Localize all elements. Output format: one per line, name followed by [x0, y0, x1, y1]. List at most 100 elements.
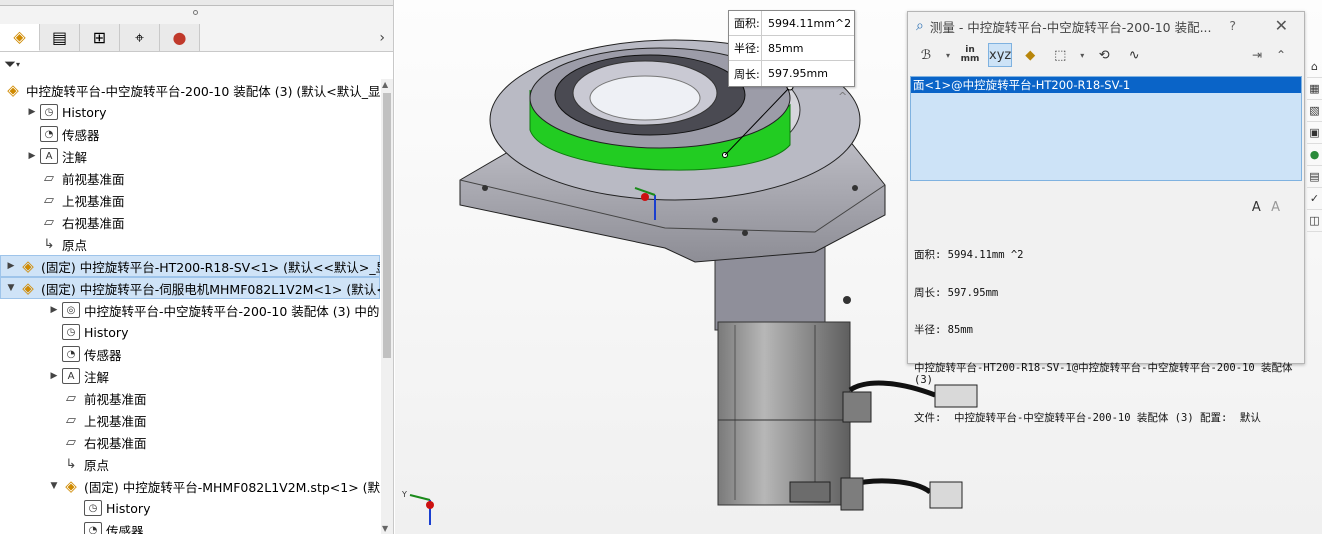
expand-toggle-icon[interactable]: ▶	[26, 107, 38, 117]
expand-toggle-icon[interactable]: ▼	[48, 481, 60, 491]
tab-feature-manager[interactable]: ◈	[0, 24, 40, 51]
tree-item-label: 中控旋转平台-中空旋转平台-200-10 装配体 (3) 中的配合	[84, 303, 380, 319]
view-palette-icon[interactable]: ▤	[1307, 166, 1322, 188]
custom-properties-icon[interactable]: ✓	[1307, 188, 1322, 210]
panel-tabs: ◈ ▤ ⊞ ⌖ ● ›	[0, 24, 393, 52]
file-explorer-icon[interactable]: ▣	[1307, 122, 1322, 144]
scroll-up-icon[interactable]: ▲	[382, 80, 388, 89]
tree-item[interactable]: ▶ A 注解	[0, 365, 380, 387]
tree-item[interactable]: ◷ History	[0, 497, 380, 519]
tree-item[interactable]: ▱ 上视基准面	[0, 409, 380, 431]
tree-item[interactable]: ▶ A 注解	[0, 145, 380, 167]
tree-item[interactable]: ▱ 上视基准面	[0, 189, 380, 211]
history-icon: ◷	[62, 324, 80, 340]
tree-item[interactable]: ◔ 传感器	[0, 519, 380, 534]
help-button[interactable]: ?	[1229, 18, 1236, 33]
show-xyz-button[interactable]: xyz	[988, 43, 1013, 67]
measure-results: 面积: 5994.11mm ^2 周长: 597.95mm 半径: 85mm 中…	[914, 224, 1302, 449]
filter-icon: ⏷	[4, 55, 17, 73]
close-icon[interactable]: ✕	[1275, 16, 1288, 35]
tree-item-label: (固定) 中控旋转平台-HT200-R18-SV<1> (默认<<默认>_显示	[41, 259, 380, 275]
tree-item[interactable]: ▼ ◈ (固定) 中控旋转平台-伺服电机MHMF082L1V2M<1> (默认<默	[0, 277, 380, 299]
home-icon[interactable]: ⌂	[1307, 56, 1322, 78]
projection-icon[interactable]: ⬚	[1048, 43, 1072, 67]
result-line: 中控旋转平台-HT200-R18-SV-1@中控旋转平台-中空旋转平台-200-…	[914, 361, 1299, 387]
design-library-icon[interactable]: ▧	[1307, 100, 1322, 122]
forum-icon[interactable]: ◫	[1307, 210, 1322, 232]
tab-display-manager[interactable]: ●	[160, 24, 200, 51]
tree-item-label: 注解	[84, 369, 110, 385]
crosshair-icon: ⌖	[134, 27, 144, 47]
tab-configuration-manager[interactable]: ⊞	[80, 24, 120, 51]
filter-button[interactable]: ⏷ ▾	[0, 52, 393, 76]
appearances-icon[interactable]: ●	[1307, 144, 1322, 166]
origin-icon: ↳	[65, 456, 77, 472]
part-icon: ◈	[22, 257, 34, 275]
plane-icon: ▱	[66, 434, 76, 450]
expand-toggle-icon[interactable]: ▶	[5, 261, 17, 271]
configuration-icon: ⊞	[92, 27, 107, 47]
measure-tooltip: 面积: 5994.11mm^2 半径: 85mm 周长: 597.95mm	[728, 10, 855, 87]
resources-icon[interactable]: ▦	[1307, 78, 1322, 100]
font-size-buttons[interactable]: AA	[1252, 200, 1290, 215]
tree-item[interactable]: ▱ 前视基准面	[0, 167, 380, 189]
chevron-right-icon[interactable]: ›	[379, 30, 385, 46]
tree-item[interactable]: ▼ ◈ (固定) 中控旋转平台-MHMF082L1V2M.stp<1> (默认<默	[0, 475, 380, 497]
tree-item[interactable]: ▱ 右视基准面	[0, 431, 380, 453]
result-line: 周长: 597.95mm	[914, 286, 999, 299]
decrease-font-icon[interactable]: A	[1271, 200, 1290, 215]
tree-item[interactable]: ↳ 原点	[0, 233, 380, 255]
scroll-down-icon[interactable]: ▼	[382, 524, 388, 533]
expand-toggle-icon[interactable]: ▶	[26, 151, 38, 161]
part-icon: ◈	[22, 279, 34, 297]
tree-item[interactable]: ◔ 传感器	[0, 343, 380, 365]
pin-icon[interactable]: ⇥	[1252, 48, 1262, 62]
point-to-point-icon[interactable]: ◆	[1018, 43, 1042, 67]
dropdown-icon[interactable]: ▾	[944, 43, 952, 67]
tab-dimxpert[interactable]: ⌖	[120, 24, 160, 51]
tree-item-label: 右视基准面	[84, 435, 147, 451]
dialog-titlebar[interactable]: ⌕ 测量 - 中控旋转平台-中空旋转平台-200-10 装配... ? ✕	[908, 12, 1304, 40]
selection-item[interactable]: 面<1>@中控旋转平台-HT200-R18-SV-1	[911, 77, 1301, 93]
tab-property-manager[interactable]: ▤	[40, 24, 80, 51]
expand-toggle-icon[interactable]: ▶	[48, 371, 60, 381]
tree-item[interactable]: ↳ 原点	[0, 453, 380, 475]
tree-item[interactable]: ▱ 前视基准面	[0, 387, 380, 409]
collapse-caret-icon[interactable]: ^	[838, 90, 847, 103]
plane-icon: ▱	[44, 214, 54, 230]
arc-circle-options-icon[interactable]: ℬ	[914, 43, 938, 67]
tree-item[interactable]: ▶ ◈ (固定) 中控旋转平台-HT200-R18-SV<1> (默认<<默认>_显…	[0, 255, 380, 277]
tree-item[interactable]: ◔ 传感器	[0, 123, 380, 145]
scrollbar-thumb[interactable]	[383, 93, 391, 358]
measure-toolbar: ℬ ▾ in mm xyz ◆ ⬚ ▾ ⟲ ∿ ⇥ ⌃	[908, 40, 1304, 70]
measure-dialog: ⌕ 测量 - 中控旋转平台-中空旋转平台-200-10 装配... ? ✕ ℬ ▾…	[907, 11, 1305, 424]
tree-item[interactable]: ◷ History	[0, 321, 380, 343]
expand-toggle-icon[interactable]: ▶	[48, 305, 60, 315]
units-precision-button[interactable]: in mm	[958, 43, 982, 67]
dropdown-icon[interactable]: ▾	[1078, 43, 1086, 67]
dropdown-icon: ▾	[16, 59, 21, 69]
expand-toggle-icon[interactable]: ▼	[5, 283, 17, 293]
perimeter-value: 597.95mm	[768, 67, 828, 80]
tree-item-label: 上视基准面	[62, 193, 125, 209]
increase-font-icon[interactable]: A	[1252, 200, 1271, 215]
result-line: 面积: 5994.11mm ^2	[914, 249, 1024, 261]
sensor-icon: ◔	[84, 522, 102, 534]
color-wheel-icon: ●	[172, 27, 187, 47]
tree-scrollbar[interactable]: ▲ ▼	[381, 79, 393, 534]
chevron-up-icon[interactable]: ⌃	[1276, 48, 1286, 62]
perimeter-label: 周长:	[729, 61, 762, 86]
history-icon: ◷	[40, 104, 58, 120]
tree-root-assembly[interactable]: ◈ 中控旋转平台-中空旋转平台-200-10 装配体 (3) (默认<默认_显示	[0, 79, 380, 101]
tree-item[interactable]: ▶ ◎ 中控旋转平台-中空旋转平台-200-10 装配体 (3) 中的配合	[0, 299, 380, 321]
selection-list[interactable]: 面<1>@中控旋转平台-HT200-R18-SV-1	[910, 76, 1302, 181]
measure-history-icon[interactable]: ⟲	[1092, 43, 1116, 67]
area-value: 5994.11mm^2	[768, 16, 852, 30]
tree-item[interactable]: ▱ 右视基准面	[0, 211, 380, 233]
dialog-title: 测量 - 中控旋转平台-中空旋转平台-200-10 装配...	[929, 19, 1212, 35]
sensor-chart-icon[interactable]: ∿	[1122, 43, 1146, 67]
panel-grip[interactable]	[0, 6, 393, 24]
tree-item[interactable]: ▶ ◷ History	[0, 101, 380, 123]
plane-icon: ▱	[44, 192, 54, 208]
tree-item-label: 上视基准面	[84, 413, 147, 429]
